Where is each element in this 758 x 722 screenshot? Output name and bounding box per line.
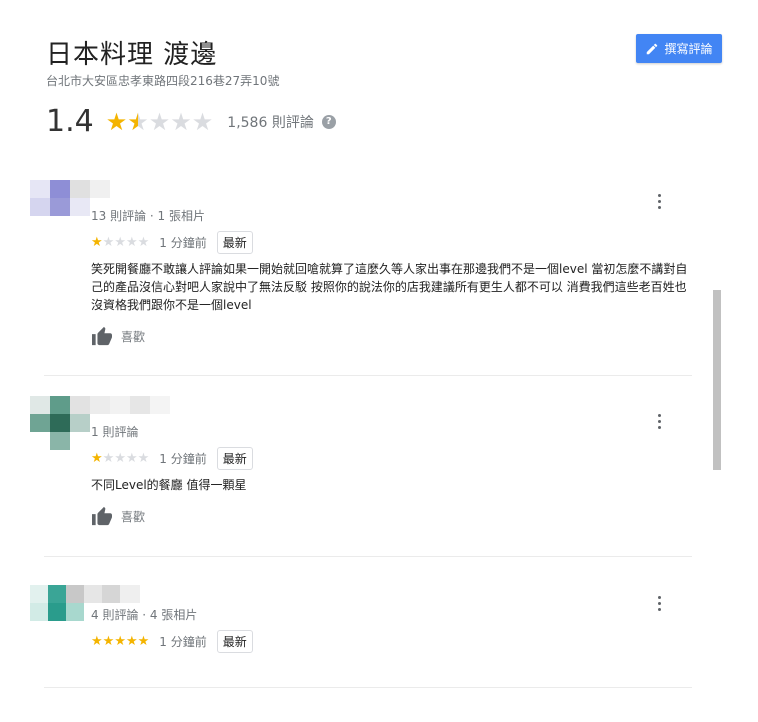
- more-options-icon[interactable]: [658, 414, 664, 429]
- review-divider: [44, 687, 692, 688]
- review-time: 1 分鐘前: [159, 452, 207, 466]
- write-review-button[interactable]: 撰寫評論: [636, 34, 722, 63]
- review-divider: [44, 375, 692, 376]
- review-star-icon: ★: [137, 451, 150, 466]
- review-stars-row: ★ ★ ★ ★ ★ 1 分鐘前 最新: [91, 231, 253, 254]
- review-star-icon: ★: [91, 235, 103, 250]
- review-star-icon: ★: [102, 451, 115, 466]
- review-stars: ★ ★ ★ ★ ★: [91, 635, 149, 648]
- review-star-icon: ★: [114, 634, 126, 649]
- review-text: 笑死開餐廳不敢讓人評論如果一開始就回嗆就算了這麼久等人家出事在那邊我們不是一個l…: [91, 262, 688, 312]
- review-star-icon: ★: [114, 451, 126, 466]
- review-star-icon: ★: [125, 235, 138, 250]
- thumbs-up-icon: [92, 506, 112, 526]
- total-reviews[interactable]: 1,586 則評論: [227, 112, 314, 132]
- reviewer-meta: 4 則評論 · 4 張相片: [91, 608, 198, 622]
- reviewer-meta: 1 則評論: [91, 425, 139, 439]
- rating-star-icon: ★: [191, 107, 214, 136]
- write-review-label: 撰寫評論: [664, 42, 713, 56]
- newest-badge: 最新: [216, 630, 253, 653]
- like-button[interactable]: 喜歡: [91, 506, 145, 526]
- review-time: 1 分鐘前: [159, 236, 207, 250]
- newest-badge: 最新: [216, 447, 253, 470]
- rating-star-icon: ★: [105, 107, 128, 136]
- more-options-icon[interactable]: [658, 194, 664, 209]
- average-rating: 1.4: [46, 104, 94, 139]
- review-star-icon: ★: [137, 634, 150, 649]
- place-address: 台北市大安區忠孝東路四段216巷27弄10號: [46, 74, 280, 88]
- review-stars: ★ ★ ★ ★ ★: [91, 452, 149, 465]
- review-star-icon: ★: [137, 235, 150, 250]
- rating-star-icon: ★: [127, 107, 149, 136]
- review-stars-row: ★ ★ ★ ★ ★ 1 分鐘前 最新: [91, 447, 253, 470]
- review-text: 不同Level的餐廳 值得一顆星: [91, 478, 247, 492]
- review-divider: [44, 556, 692, 557]
- average-stars: ★ ★ ★ ★ ★: [106, 110, 214, 134]
- help-icon[interactable]: ?: [321, 114, 336, 129]
- place-title: 日本料理 渡邊: [46, 40, 218, 70]
- more-options-icon[interactable]: [658, 596, 664, 611]
- rating-summary: 1.4 ★ ★ ★ ★ ★ 1,586 則評論 ?: [46, 104, 336, 139]
- review-stars-row: ★ ★ ★ ★ ★ 1 分鐘前 最新: [91, 630, 253, 653]
- review-star-icon: ★: [102, 634, 115, 649]
- rating-star-icon: ★: [170, 107, 192, 136]
- review-stars: ★ ★ ★ ★ ★: [91, 236, 149, 249]
- like-button[interactable]: 喜歡: [91, 326, 145, 346]
- rating-star-icon: ★: [148, 107, 171, 136]
- review-star-icon: ★: [125, 634, 138, 649]
- pencil-icon: [647, 43, 658, 54]
- reviewer-meta: 13 則評論 · 1 張相片: [91, 209, 205, 223]
- review-star-icon: ★: [125, 451, 138, 466]
- scrollbar[interactable]: [713, 290, 721, 470]
- thumbs-up-icon: [92, 326, 112, 346]
- review-time: 1 分鐘前: [159, 635, 207, 649]
- review-star-icon: ★: [114, 235, 126, 250]
- review-star-icon: ★: [102, 235, 115, 250]
- review-star-icon: ★: [91, 634, 103, 649]
- review-star-icon: ★: [91, 451, 103, 466]
- like-label: 喜歡: [121, 329, 146, 344]
- like-label: 喜歡: [121, 509, 146, 524]
- newest-badge: 最新: [216, 231, 253, 254]
